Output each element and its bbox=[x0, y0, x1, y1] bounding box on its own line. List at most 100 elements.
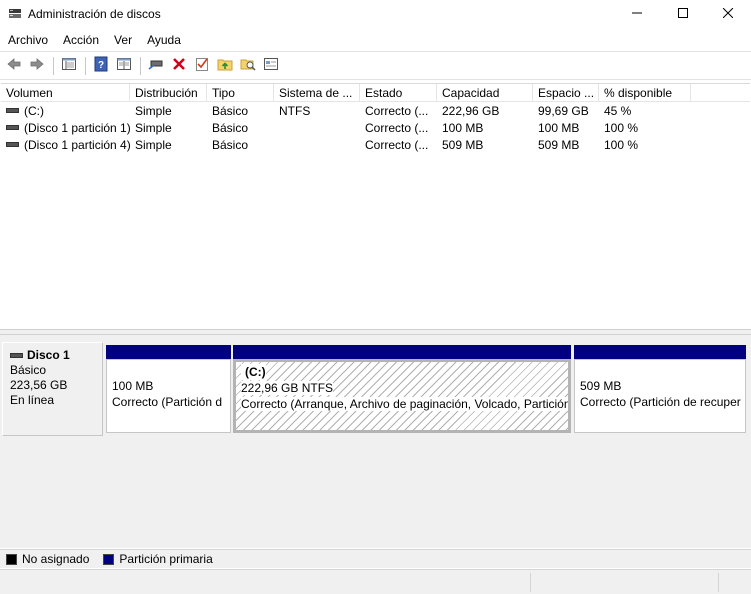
cell-sistema bbox=[274, 137, 360, 154]
forward-button[interactable] bbox=[26, 55, 48, 77]
column-header-estado[interactable]: Estado bbox=[360, 84, 437, 102]
disk-type: Básico bbox=[10, 363, 47, 377]
column-header-volumen[interactable]: Volumen bbox=[1, 84, 130, 102]
cell-distribucion: Simple bbox=[135, 104, 172, 118]
volume-list: Volumen Distribución Tipo Sistema de ...… bbox=[1, 83, 750, 329]
cell-distribucion: Simple bbox=[135, 138, 172, 152]
partition-primary-bar bbox=[106, 345, 231, 359]
close-button[interactable] bbox=[705, 0, 751, 28]
table-row[interactable]: (C:) Simple Básico NTFS Correcto (... 22… bbox=[1, 103, 750, 120]
table-row[interactable]: (Disco 1 partición 4) Simple Básico Corr… bbox=[1, 137, 750, 154]
partition-1[interactable]: 100 MB Correcto (Partición d bbox=[106, 345, 231, 433]
cell-disponible: 45 % bbox=[604, 104, 632, 118]
toolbar: ? bbox=[0, 53, 751, 78]
disk-management-icon bbox=[8, 7, 22, 21]
unallocated-swatch bbox=[6, 553, 17, 565]
cell-volumen: (Disco 1 partición 1) bbox=[24, 121, 130, 135]
cell-capacidad: 509 MB bbox=[442, 138, 484, 152]
cell-espacio: 99,69 GB bbox=[538, 104, 589, 118]
column-header-distribucion[interactable]: Distribución bbox=[130, 84, 207, 102]
disk-size: 223,56 GB bbox=[10, 378, 68, 392]
cell-tipo: Básico bbox=[212, 138, 249, 152]
list-view-button[interactable] bbox=[113, 55, 135, 77]
partition-status: Correcto (Arranque, Archivo de paginació… bbox=[241, 397, 571, 411]
connect-button[interactable] bbox=[145, 55, 167, 77]
cell-disponible: 100 % bbox=[604, 138, 639, 152]
menu-bar: Archivo Acción Ver Ayuda bbox=[0, 29, 751, 51]
status-divider bbox=[530, 573, 531, 592]
disk-name: Disco 1 bbox=[27, 348, 70, 362]
menu-archivo[interactable]: Archivo bbox=[0, 29, 55, 51]
forward-arrow-icon bbox=[29, 56, 45, 75]
search-folder-icon bbox=[240, 56, 256, 75]
toolbar-divider bbox=[0, 79, 751, 80]
delete-button[interactable] bbox=[168, 55, 190, 77]
partition-size: 509 MB bbox=[580, 379, 622, 393]
volume-icon bbox=[6, 108, 19, 114]
partition-status: Correcto (Partición d bbox=[112, 395, 223, 409]
column-header-tipo[interactable]: Tipo bbox=[207, 84, 274, 102]
partition-size: 222,96 GB NTFS bbox=[241, 381, 334, 395]
cell-sistema bbox=[274, 120, 360, 137]
maximize-button[interactable] bbox=[660, 0, 706, 28]
column-header-disponible[interactable]: % disponible bbox=[599, 84, 691, 102]
list-header: Volumen Distribución Tipo Sistema de ...… bbox=[1, 84, 750, 102]
partition-size: 100 MB bbox=[112, 379, 154, 393]
legend-item: Partición primaria bbox=[103, 552, 213, 566]
console-pane-icon bbox=[263, 56, 279, 75]
cell-estado: Correcto (... bbox=[365, 121, 429, 135]
status-bar bbox=[0, 569, 751, 594]
partition-label: (C:) bbox=[241, 364, 266, 380]
column-header-capacidad[interactable]: Capacidad bbox=[437, 84, 533, 102]
check-button[interactable] bbox=[191, 55, 213, 77]
legend-label: No asignado bbox=[22, 552, 90, 566]
minimize-icon bbox=[632, 7, 642, 21]
minimize-button[interactable] bbox=[614, 0, 660, 28]
list-view-icon bbox=[116, 56, 132, 75]
back-arrow-icon bbox=[6, 56, 22, 75]
cell-estado: Correcto (... bbox=[365, 104, 429, 118]
disk-info-panel[interactable]: Disco 1 Básico 223,56 GB En línea bbox=[2, 342, 103, 436]
partition-status: Correcto (Partición de recuper bbox=[580, 395, 741, 409]
column-header-espacio[interactable]: Espacio ... bbox=[533, 84, 599, 102]
help-icon: ? bbox=[93, 56, 109, 75]
console-pane-button[interactable] bbox=[260, 55, 282, 77]
status-divider bbox=[718, 573, 719, 592]
show-hide-tree-button[interactable] bbox=[58, 55, 80, 77]
svg-text:?: ? bbox=[98, 60, 104, 71]
folder-up-button[interactable] bbox=[214, 55, 236, 77]
close-icon bbox=[722, 7, 734, 21]
partition-c[interactable]: (C:) 222,96 GB NTFS Correcto (Arranque, … bbox=[233, 345, 571, 433]
partition-4[interactable]: 509 MB Correcto (Partición de recuper bbox=[574, 345, 746, 433]
connect-drive-icon bbox=[148, 56, 164, 75]
cell-capacidad: 222,96 GB bbox=[442, 104, 500, 118]
back-button[interactable] bbox=[3, 55, 25, 77]
toolbar-separator bbox=[140, 56, 141, 75]
cell-espacio: 100 MB bbox=[538, 121, 580, 135]
help-button[interactable]: ? bbox=[90, 55, 112, 77]
partition-primary-bar bbox=[233, 345, 571, 359]
cell-tipo: Básico bbox=[212, 121, 249, 135]
partition-primary-bar bbox=[574, 345, 746, 359]
properties-pane-icon bbox=[61, 56, 77, 75]
cell-tipo: Básico bbox=[212, 104, 249, 118]
menu-divider bbox=[0, 51, 751, 52]
cell-disponible: 100 % bbox=[604, 121, 639, 135]
disk-status: En línea bbox=[10, 393, 55, 407]
menu-ayuda[interactable]: Ayuda bbox=[139, 29, 188, 51]
cell-volumen: (Disco 1 partición 4) bbox=[24, 138, 130, 152]
toolbar-separator bbox=[85, 56, 86, 75]
table-row[interactable]: (Disco 1 partición 1) Simple Básico Corr… bbox=[1, 120, 750, 137]
menu-ver[interactable]: Ver bbox=[106, 29, 139, 51]
cell-volumen: (C:) bbox=[24, 104, 44, 118]
volume-icon bbox=[6, 142, 19, 148]
window-title: Administración de discos bbox=[28, 7, 161, 21]
check-icon bbox=[194, 56, 210, 75]
menu-accion[interactable]: Acción bbox=[55, 29, 106, 51]
cell-estado: Correcto (... bbox=[365, 138, 429, 152]
search-folder-button[interactable] bbox=[237, 55, 259, 77]
delete-icon bbox=[171, 56, 187, 75]
volume-icon bbox=[6, 125, 19, 131]
column-header-sistema[interactable]: Sistema de ... bbox=[274, 84, 360, 102]
disk-graphical-view: Disco 1 Básico 223,56 GB En línea 100 MB… bbox=[0, 335, 751, 548]
